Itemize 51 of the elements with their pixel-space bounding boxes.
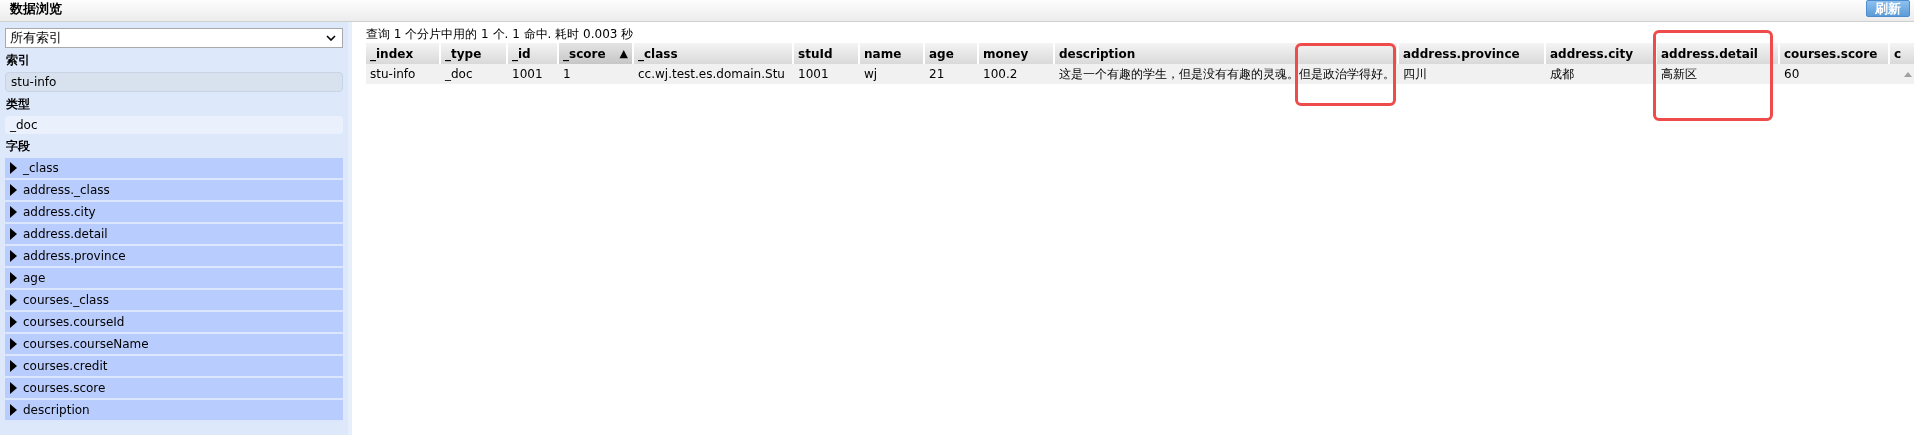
- column-header[interactable]: name: [860, 43, 925, 64]
- column-header[interactable]: c: [1890, 43, 1914, 64]
- page-title: 数据浏览: [10, 0, 62, 17]
- field-row[interactable]: address.detail: [5, 224, 343, 246]
- column-header[interactable]: stuId: [794, 43, 860, 64]
- field-row[interactable]: courses.credit: [5, 356, 343, 378]
- section-heading: 类型: [5, 96, 31, 113]
- index-select[interactable]: 所有索引: [5, 28, 343, 48]
- table-cell: wj: [860, 64, 925, 84]
- column-header[interactable]: _type: [441, 43, 508, 64]
- field-row[interactable]: courses.courseId: [5, 312, 343, 334]
- column-header[interactable]: _class: [634, 43, 794, 64]
- table-cell: 这是一个有趣的学生，但是没有有趣的灵魂。但是政治学得好。: [1055, 64, 1399, 84]
- field-row[interactable]: courses._class: [5, 290, 343, 312]
- field-row[interactable]: age: [5, 268, 343, 290]
- table-cell: 1001: [794, 64, 860, 84]
- table-cell: cc.wj.test.es.domain.Stu: [634, 64, 794, 84]
- column-header[interactable]: _index: [366, 43, 441, 64]
- scroll-up-icon[interactable]: [1904, 72, 1912, 77]
- field-row[interactable]: courses.score: [5, 378, 343, 400]
- column-header[interactable]: _score ▲: [559, 43, 634, 64]
- sidebar-item[interactable]: stu-info: [5, 72, 343, 92]
- column-header[interactable]: address.city: [1546, 43, 1657, 64]
- table-cell: 21: [925, 64, 979, 84]
- section-heading: 字段: [5, 138, 31, 155]
- table-cell: stu-info: [366, 64, 441, 84]
- table-cell: 1001: [508, 64, 559, 84]
- table-cell: _doc: [441, 64, 508, 84]
- column-header[interactable]: _id: [508, 43, 559, 64]
- column-header[interactable]: address.province: [1399, 43, 1546, 64]
- table-cell: 60: [1780, 64, 1890, 84]
- column-header[interactable]: address.detail: [1657, 43, 1780, 64]
- table-cell: 100.2: [979, 64, 1055, 84]
- table-cell: 1: [559, 64, 634, 84]
- section-heading: 索引: [5, 52, 31, 69]
- column-header[interactable]: description: [1055, 43, 1399, 64]
- column-header[interactable]: money: [979, 43, 1055, 64]
- field-row[interactable]: _class: [5, 158, 343, 180]
- field-row[interactable]: address.city: [5, 202, 343, 224]
- caret-icon: [326, 35, 336, 41]
- field-row[interactable]: address._class: [5, 180, 343, 202]
- query-summary: 查询 1 个分片中用的 1 个. 1 命中. 耗时 0.003 秒: [366, 26, 634, 43]
- field-row[interactable]: address.province: [5, 246, 343, 268]
- field-row[interactable]: courses.courseName: [5, 334, 343, 356]
- table-cell: 成都: [1546, 64, 1657, 84]
- table-cell: 高新区: [1657, 64, 1780, 84]
- column-header[interactable]: courses.score: [1780, 43, 1890, 64]
- sidebar-item[interactable]: _doc: [5, 116, 343, 134]
- table-cell: 四川: [1399, 64, 1546, 84]
- field-row[interactable]: description: [5, 400, 343, 422]
- column-header[interactable]: age: [925, 43, 979, 64]
